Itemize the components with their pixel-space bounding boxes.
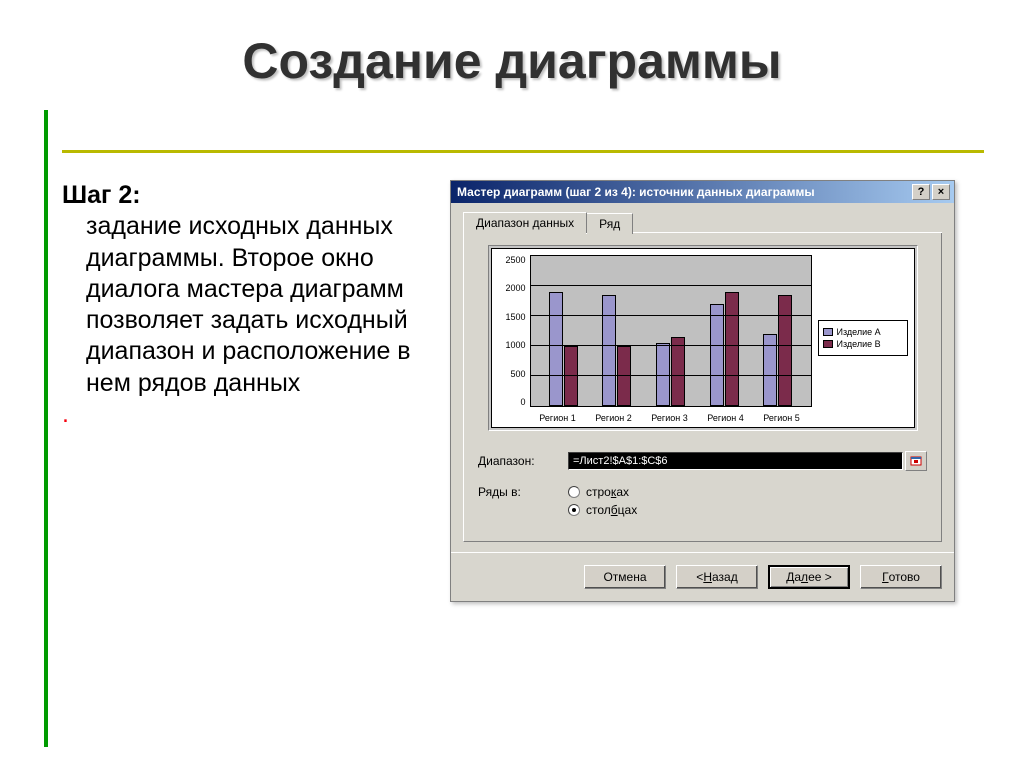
bar — [671, 337, 685, 406]
range-input[interactable]: =Лист2!$A$1:$C$6 — [568, 452, 903, 470]
ytick: 2000 — [492, 283, 526, 293]
tabs-row: Диапазон данных Ряд — [463, 211, 942, 233]
accent-vertical-bar — [44, 110, 48, 747]
legend-swatch-b — [823, 340, 833, 348]
range-row: Диапазон: =Лист2!$A$1:$C$6 — [478, 451, 927, 471]
xtick: Регион 5 — [763, 413, 799, 423]
collapse-dialog-button[interactable] — [905, 451, 927, 471]
bar — [778, 295, 792, 406]
orientation-row: Ряды в: строках столбцах — [478, 485, 927, 517]
help-button[interactable]: ? — [912, 184, 930, 200]
radio-rows[interactable]: строках — [568, 485, 637, 499]
radio-rows-label: строках — [586, 485, 629, 499]
chart-y-axis: 2500 2000 1500 1000 500 0 — [492, 249, 530, 427]
trailing-dot: . — [62, 400, 69, 428]
xtick: Регион 2 — [595, 413, 631, 423]
radio-columns[interactable]: столбцах — [568, 503, 637, 517]
ytick: 1500 — [492, 312, 526, 322]
bar — [617, 346, 631, 406]
chart-wizard-dialog: Мастер диаграмм (шаг 2 из 4): источник д… — [450, 180, 955, 602]
bar — [564, 346, 578, 406]
radio-icon — [568, 486, 580, 498]
bar — [602, 295, 616, 406]
chart-plot-area — [530, 255, 812, 407]
body-text: Шаг 2: задание исходных данных диаграммы… — [62, 180, 432, 602]
legend-swatch-a — [823, 328, 833, 336]
gridline — [531, 255, 811, 256]
title-underline — [62, 150, 984, 153]
dialog-title: Мастер диаграмм (шаг 2 из 4): источник д… — [457, 185, 815, 199]
page-title: Создание диаграммы — [0, 0, 1024, 90]
spreadsheet-icon — [910, 455, 922, 467]
chart-legend: Изделие A Изделие B — [818, 249, 914, 427]
ytick: 0 — [492, 397, 526, 407]
range-label: Диапазон: — [478, 454, 535, 468]
gridline — [531, 345, 811, 346]
gridline — [531, 315, 811, 316]
radio-columns-label: столбцах — [586, 503, 637, 517]
content-area: Шаг 2: задание исходных данных диаграммы… — [62, 180, 984, 602]
ytick: 2500 — [492, 255, 526, 265]
xtick: Регион 1 — [539, 413, 575, 423]
back-button[interactable]: < Назад — [676, 565, 758, 589]
finish-button[interactable]: Готово — [860, 565, 942, 589]
rows-in-label: Ряды в: — [478, 485, 568, 499]
chart-preview-frame: 2500 2000 1500 1000 500 0 — [488, 245, 918, 431]
bar-group — [710, 256, 739, 406]
bar-group — [602, 256, 631, 406]
close-button[interactable]: × — [932, 184, 950, 200]
gridline — [531, 285, 811, 286]
wizard-buttons: Отмена < Назад Далее > Готово — [451, 552, 954, 601]
step-label: Шаг 2: — [62, 181, 141, 209]
step-text: задание исходных данных диаграммы. Второ… — [86, 211, 432, 399]
bar-group — [549, 256, 578, 406]
bar — [549, 292, 563, 406]
legend-label-a: Изделие A — [837, 327, 881, 337]
cancel-button[interactable]: Отмена — [584, 565, 666, 589]
bar-group — [763, 256, 792, 406]
chart-preview: 2500 2000 1500 1000 500 0 — [491, 248, 915, 428]
tab-data-range[interactable]: Диапазон данных — [463, 212, 587, 233]
radio-icon — [568, 504, 580, 516]
chart-x-axis: Регион 1 Регион 2 Регион 3 Регион 4 Регион 5 — [530, 413, 810, 423]
ytick: 500 — [492, 369, 526, 379]
tab-panel: 2500 2000 1500 1000 500 0 — [463, 233, 942, 542]
next-button[interactable]: Далее > — [768, 565, 850, 589]
bar — [725, 292, 739, 406]
dialog-titlebar[interactable]: Мастер диаграмм (шаг 2 из 4): источник д… — [451, 181, 954, 203]
tab-series[interactable]: Ряд — [586, 213, 633, 234]
xtick: Регион 4 — [707, 413, 743, 423]
ytick: 1000 — [492, 340, 526, 350]
xtick: Регион 3 — [651, 413, 687, 423]
bar-group — [656, 256, 685, 406]
slide: Создание диаграммы Шаг 2: задание исходн… — [0, 0, 1024, 767]
legend-label-b: Изделие B — [837, 339, 881, 349]
gridline — [531, 375, 811, 376]
bar — [710, 304, 724, 406]
